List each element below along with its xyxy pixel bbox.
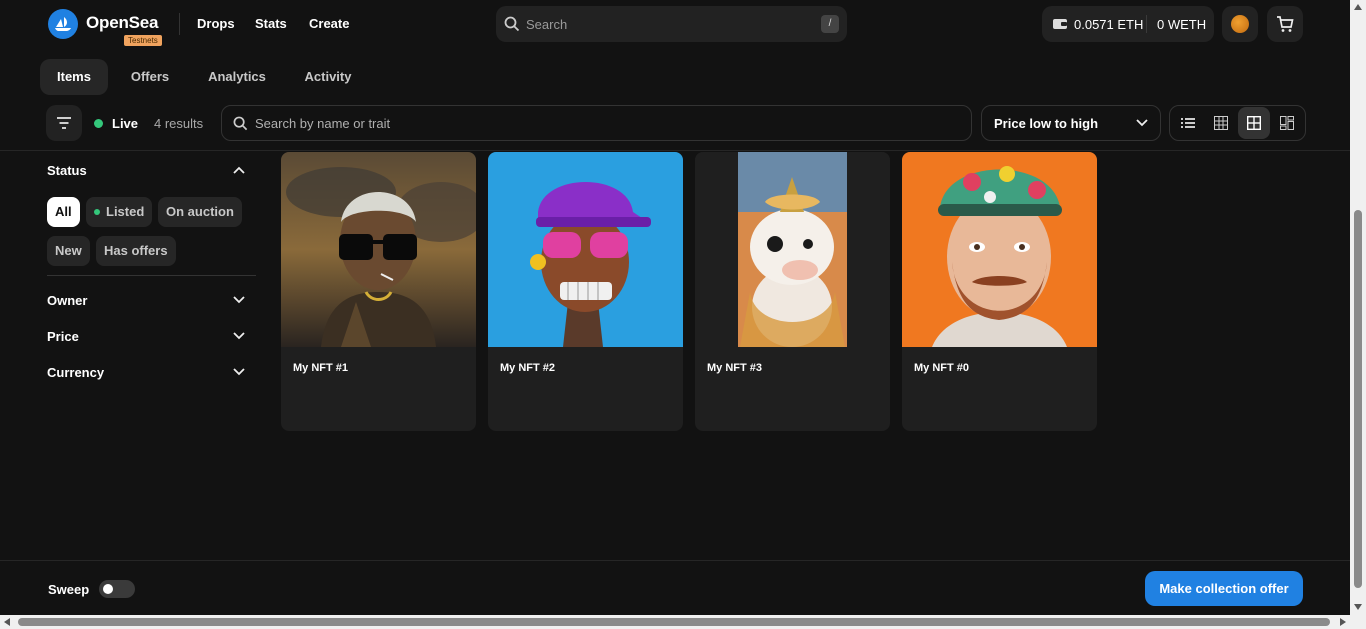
tab-activity[interactable]: Activity (292, 59, 364, 95)
nft-image (488, 152, 683, 347)
chevron-down-icon[interactable] (233, 332, 245, 340)
small-grid-icon (1214, 116, 1228, 130)
scroll-up-arrow-icon[interactable] (1354, 4, 1362, 10)
view-mode-switcher (1169, 105, 1306, 141)
sort-dropdown[interactable]: Price low to high (981, 105, 1161, 141)
large-grid-view-button[interactable] (1238, 107, 1270, 139)
status-chip-listed-label: Listed (106, 204, 145, 219)
status-filter-header[interactable]: Status (47, 163, 87, 178)
currency-filter-header[interactable]: Currency (47, 365, 104, 380)
nft-card[interactable]: My NFT #2 (488, 152, 683, 431)
horizontal-scrollbar-thumb[interactable] (18, 618, 1330, 626)
wallet-balance-button[interactable]: 0.0571 ETH 0 WETH (1042, 6, 1214, 42)
weth-balance: 0 WETH (1157, 17, 1207, 32)
live-label[interactable]: Live (112, 116, 138, 131)
sort-selected-value: Price low to high (994, 116, 1099, 131)
chevron-down-icon[interactable] (233, 368, 245, 376)
chevron-up-icon[interactable] (233, 166, 245, 174)
status-chip-on-auction[interactable]: On auction (158, 197, 242, 227)
nft-name: My NFT #1 (293, 362, 349, 374)
sweep-label: Sweep (48, 582, 90, 597)
cart-icon (1277, 16, 1294, 32)
search-shortcut-key: / (821, 15, 839, 33)
status-chip-listed[interactable]: Listed (86, 197, 153, 227)
live-status-dot (94, 119, 103, 128)
nft-image (281, 152, 476, 347)
sidebar-divider (47, 275, 256, 276)
global-search-input[interactable]: Search / (496, 6, 847, 42)
opensea-logo-icon[interactable] (48, 9, 78, 39)
scroll-down-arrow-icon[interactable] (1354, 604, 1362, 610)
make-collection-offer-button[interactable]: Make collection offer (1145, 571, 1303, 606)
nft-name: My NFT #0 (914, 362, 970, 374)
nav-drops[interactable]: Drops (197, 16, 235, 31)
nav-create[interactable]: Create (309, 16, 349, 31)
price-filter-header[interactable]: Price (47, 329, 79, 344)
scroll-left-arrow-icon[interactable] (4, 618, 10, 626)
tab-analytics[interactable]: Analytics (196, 59, 278, 95)
results-count: 4 results (154, 116, 204, 131)
nft-image (695, 152, 890, 347)
sweep-toggle[interactable] (99, 580, 135, 598)
footer-bar: Sweep Make collection offer (0, 560, 1350, 615)
trait-search-placeholder: Search by name or trait (255, 116, 391, 131)
vertical-scrollbar[interactable] (1350, 0, 1366, 615)
chevron-down-icon[interactable] (233, 296, 245, 304)
mosaic-view-icon (1280, 116, 1294, 130)
toggle-knob (103, 584, 113, 594)
status-chip-new[interactable]: New (47, 236, 90, 266)
large-grid-icon (1247, 116, 1261, 130)
horizontal-scrollbar[interactable] (0, 615, 1366, 629)
list-view-button[interactable] (1172, 107, 1204, 139)
header-divider (179, 13, 180, 35)
cart-button[interactable] (1267, 6, 1303, 42)
wallet-icon (1053, 19, 1067, 29)
nft-card[interactable]: My NFT #1 (281, 152, 476, 431)
nft-name: My NFT #3 (707, 362, 763, 374)
tab-offers[interactable]: Offers (118, 59, 182, 95)
chevron-down-icon (1136, 119, 1148, 127)
status-chip-has-offers[interactable]: Has offers (96, 236, 176, 266)
mosaic-view-button[interactable] (1271, 107, 1303, 139)
filter-toggle-button[interactable] (46, 105, 82, 141)
trait-search-input[interactable]: Search by name or trait (221, 105, 972, 141)
nav-stats[interactable]: Stats (255, 16, 287, 31)
eth-balance: 0.0571 ETH (1074, 17, 1144, 32)
vertical-scrollbar-thumb[interactable] (1354, 210, 1362, 588)
profile-avatar-button[interactable] (1222, 6, 1258, 42)
nft-name: My NFT #2 (500, 362, 556, 374)
status-chip-all[interactable]: All (47, 197, 80, 227)
owner-filter-header[interactable]: Owner (47, 293, 87, 308)
nft-card[interactable]: My NFT #0 (902, 152, 1097, 431)
small-grid-view-button[interactable] (1205, 107, 1237, 139)
top-navbar: OpenSea Testnets Drops Stats Create Sear… (0, 0, 1350, 48)
avatar (1231, 15, 1249, 33)
search-icon (504, 16, 520, 32)
search-icon (233, 116, 248, 131)
listed-dot (94, 208, 100, 215)
toolbar-divider (0, 150, 1350, 151)
filter-icon (57, 117, 71, 129)
nft-card[interactable]: My NFT #3 (695, 152, 890, 431)
brand-name[interactable]: OpenSea (86, 13, 158, 33)
nft-image (902, 152, 1097, 347)
wallet-separator (1146, 15, 1147, 33)
scroll-right-arrow-icon[interactable] (1340, 618, 1346, 626)
testnets-badge: Testnets (124, 35, 162, 46)
tab-items[interactable]: Items (40, 59, 108, 95)
list-view-icon (1181, 118, 1195, 128)
global-search-placeholder: Search (526, 17, 568, 32)
